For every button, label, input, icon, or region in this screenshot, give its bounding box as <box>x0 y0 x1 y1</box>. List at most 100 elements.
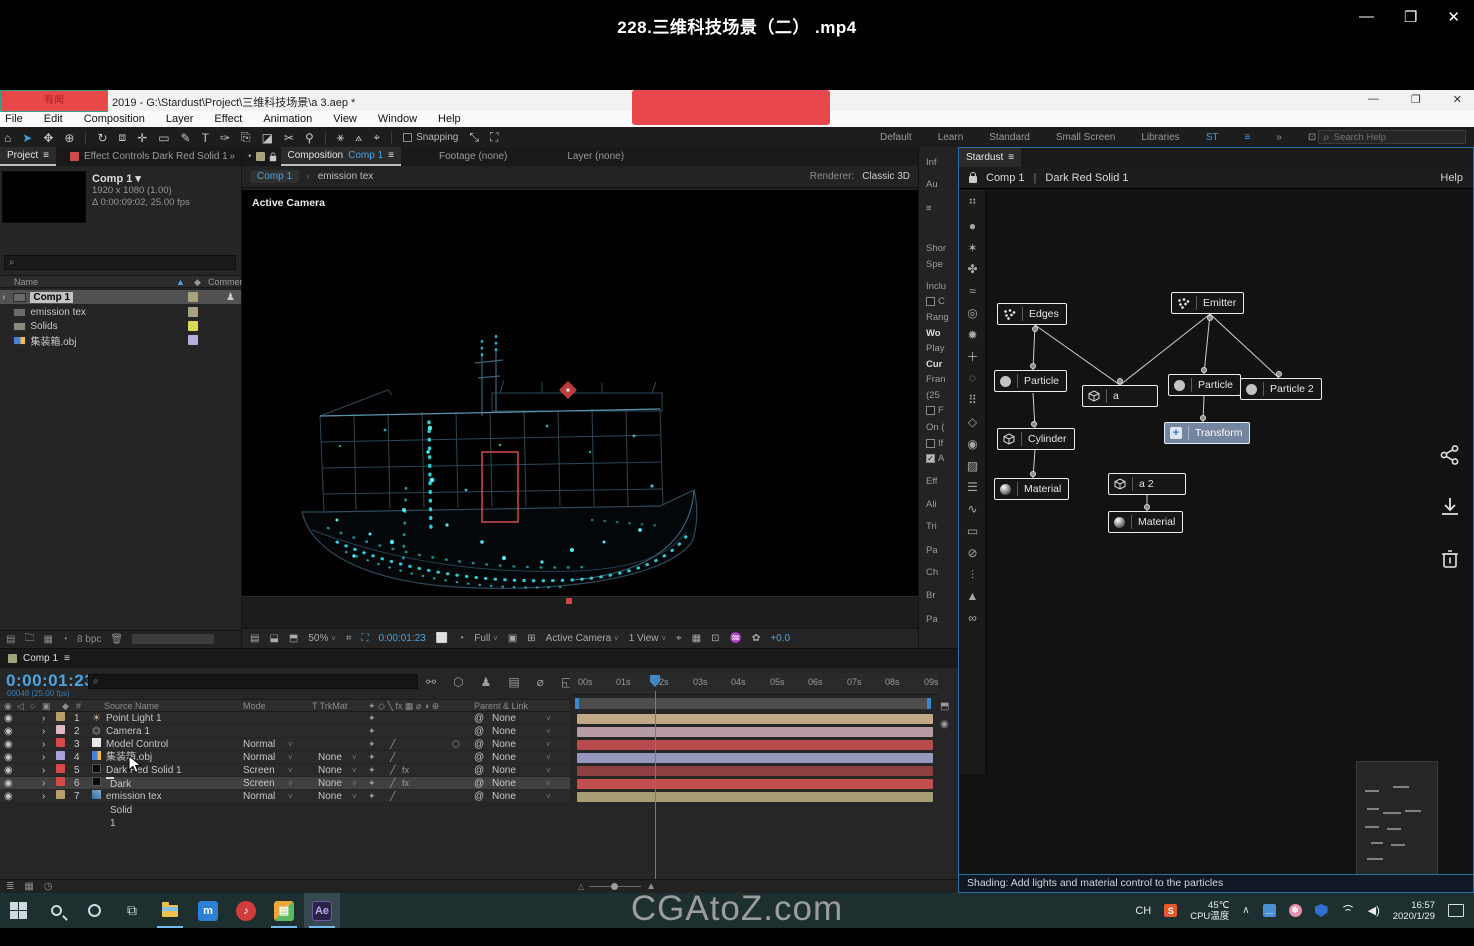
quality-switch-icon[interactable]: ╱ <box>390 790 395 803</box>
node-particle-3[interactable]: Particle 2 <box>1240 378 1322 400</box>
minimize-icon[interactable]: — <box>1359 8 1374 26</box>
label-chip[interactable] <box>56 725 65 734</box>
layer-row-4[interactable]: ◉ › 4 集装箱.obj Normal ˅ None ˅ ✦ ╱ @ None… <box>0 751 570 764</box>
project-item-solids[interactable]: › Solids <box>0 319 241 333</box>
workspace-st[interactable]: ST <box>1206 132 1219 143</box>
expand-icon[interactable]: › <box>42 725 45 738</box>
fx-switch[interactable]: fx <box>402 764 409 777</box>
parent-dropdown[interactable]: None <box>492 777 516 790</box>
workspace-default[interactable]: Default <box>880 132 912 143</box>
motion-blur-icon[interactable]: ⌀ <box>537 675 544 689</box>
expand-icon[interactable]: › <box>42 764 45 777</box>
node-cylinder[interactable]: Cylinder <box>997 428 1075 450</box>
always-preview-icon[interactable]: ▤ <box>250 633 259 644</box>
menu-layer[interactable]: Layer <box>164 113 196 125</box>
column-mode[interactable]: Mode <box>243 701 266 711</box>
layer-name[interactable]: Dark Red Solid 1 <box>106 764 182 777</box>
timeline-search-input[interactable] <box>103 674 393 689</box>
axis-local-icon[interactable]: ⚹ <box>337 130 344 145</box>
pan-behind-tool-icon[interactable]: ✛ <box>137 131 147 145</box>
comp-marker-button-icon[interactable]: ⬒ <box>940 701 949 712</box>
label-chip[interactable] <box>188 292 198 302</box>
comp-marker[interactable] <box>566 598 572 604</box>
workspace-standard[interactable]: Standard <box>989 132 1030 143</box>
quality-switch-icon[interactable]: ╱ <box>390 777 395 790</box>
workspace-overflow-icon[interactable]: » <box>1276 132 1282 143</box>
primary-viewer-icon[interactable]: ⬓ <box>269 633 278 644</box>
layer-duration-bar[interactable] <box>577 779 933 789</box>
time-ruler[interactable]: 00s 01s 02s 03s 04s 05s 06s 07s 08s 09s <box>570 673 938 695</box>
layer-name[interactable]: Model Control <box>106 738 168 751</box>
mode-dropdown[interactable]: Normal <box>243 738 275 751</box>
breadcrumb-layer[interactable]: emission tex <box>318 171 374 182</box>
layer-name-editing[interactable]: Dark Red Solid 1 <box>106 777 114 779</box>
menu-edit[interactable]: Edit <box>42 113 65 125</box>
panel-menu-icon[interactable]: ≡ <box>43 150 49 161</box>
flowchart-icon[interactable]: ♒ <box>729 633 741 644</box>
selection-tool-icon[interactable]: ➤ <box>22 131 32 145</box>
column-trkmat[interactable]: T TrkMat <box>312 701 347 711</box>
work-area-bar[interactable] <box>575 698 931 709</box>
eye-icon[interactable]: ◉ <box>4 725 13 738</box>
panel-menu-icon[interactable]: ≡ <box>64 653 70 664</box>
tab-composition[interactable]: Composition Comp 1 ≡ <box>281 147 401 166</box>
eraser-tool-icon[interactable]: ◪ <box>262 131 273 145</box>
shy-switch-icon[interactable]: ✦ <box>368 725 376 738</box>
node-a[interactable]: a <box>1082 385 1158 407</box>
label-chip[interactable] <box>56 738 65 747</box>
exposure-value[interactable]: +0.0 <box>770 633 790 644</box>
pen-tool-icon[interactable]: ✎ <box>181 131 191 145</box>
timeline-button-icon[interactable]: ⊡ <box>711 633 719 644</box>
comp-viewport[interactable]: Active Camera <box>242 190 918 596</box>
checkbox[interactable] <box>926 406 935 415</box>
transparency-grid-icon[interactable]: ⊞ <box>527 633 535 644</box>
rotate-tool-icon[interactable]: ↻ <box>97 131 107 145</box>
layer-row-3[interactable]: ◉ › 3 Model Control Normal ˅ ✦ ╱ ⬡ @ Non… <box>0 738 570 751</box>
comp-current-time[interactable]: 0:00:01:23 <box>378 633 425 644</box>
pickwhip-icon[interactable]: @ <box>474 712 484 725</box>
tab-overflow-icon[interactable]: » <box>229 151 241 162</box>
resolution-dropdown[interactable]: Full ˅ <box>474 633 498 644</box>
layer-duration-bar[interactable] <box>577 766 933 776</box>
layer-duration-bar[interactable] <box>577 792 933 802</box>
layer-name[interactable]: Point Light 1 <box>106 712 162 725</box>
layer-row-1[interactable]: ◉ › 1 ☀ Point Light 1 ✦ @ None ˅ <box>0 712 570 725</box>
mode-dropdown[interactable]: Screen <box>243 764 275 777</box>
close-icon[interactable]: ✕ <box>1447 8 1460 26</box>
parent-dropdown[interactable]: None <box>492 738 516 751</box>
rotobrush-tool-icon[interactable]: ✂ <box>284 131 294 145</box>
label-chip[interactable] <box>56 712 65 721</box>
eye-icon[interactable]: ◉ <box>4 712 13 725</box>
shy-switch-icon[interactable]: ✦ <box>368 751 376 764</box>
region-of-interest-icon[interactable]: ▣ <box>508 633 517 644</box>
pickwhip-icon[interactable]: @ <box>474 725 484 738</box>
label-chip[interactable] <box>188 307 198 317</box>
project-search-input[interactable] <box>19 255 209 270</box>
node-graph-minimap[interactable] <box>1356 761 1438 876</box>
home-tool-icon[interactable]: ⌂ <box>4 131 11 145</box>
search-help-box[interactable]: ⌕ <box>1318 130 1466 144</box>
channels-icon[interactable]: ◔ <box>458 633 464 644</box>
maximize-icon[interactable]: ❐ <box>1404 8 1417 26</box>
tab-footage[interactable]: Footage (none) <box>439 151 507 162</box>
parent-dropdown[interactable]: None <box>492 725 516 738</box>
layer-name[interactable]: Camera 1 <box>106 725 150 738</box>
workspace-manage-icon[interactable]: ⊡ <box>1308 132 1316 143</box>
type-tool-icon[interactable]: T <box>202 131 209 145</box>
renderer-value[interactable]: Classic 3D <box>862 171 910 182</box>
fast-previews-icon[interactable]: ▦ <box>692 633 701 644</box>
trkmat-dropdown[interactable]: None <box>318 777 342 790</box>
snapshot-icon[interactable]: ⬜ <box>436 633 448 644</box>
pickwhip-icon[interactable]: @ <box>474 777 484 790</box>
breadcrumb-comp[interactable]: Comp 1 <box>250 170 299 183</box>
puppet-tool-icon[interactable]: ⚲ <box>305 131 314 145</box>
parent-dropdown[interactable]: None <box>492 790 516 803</box>
menu-animation[interactable]: Animation <box>261 113 314 125</box>
expand-icon[interactable]: › <box>42 738 45 751</box>
layer-name[interactable]: emission tex <box>106 790 162 803</box>
trkmat-dropdown[interactable]: None <box>318 751 342 764</box>
label-column-icon[interactable]: ◆ <box>194 277 201 288</box>
node-material-2[interactable]: Material <box>1108 511 1183 533</box>
grid-icon[interactable]: ⛶ <box>490 130 498 145</box>
shy-switch-icon[interactable]: ✦ <box>368 738 376 751</box>
